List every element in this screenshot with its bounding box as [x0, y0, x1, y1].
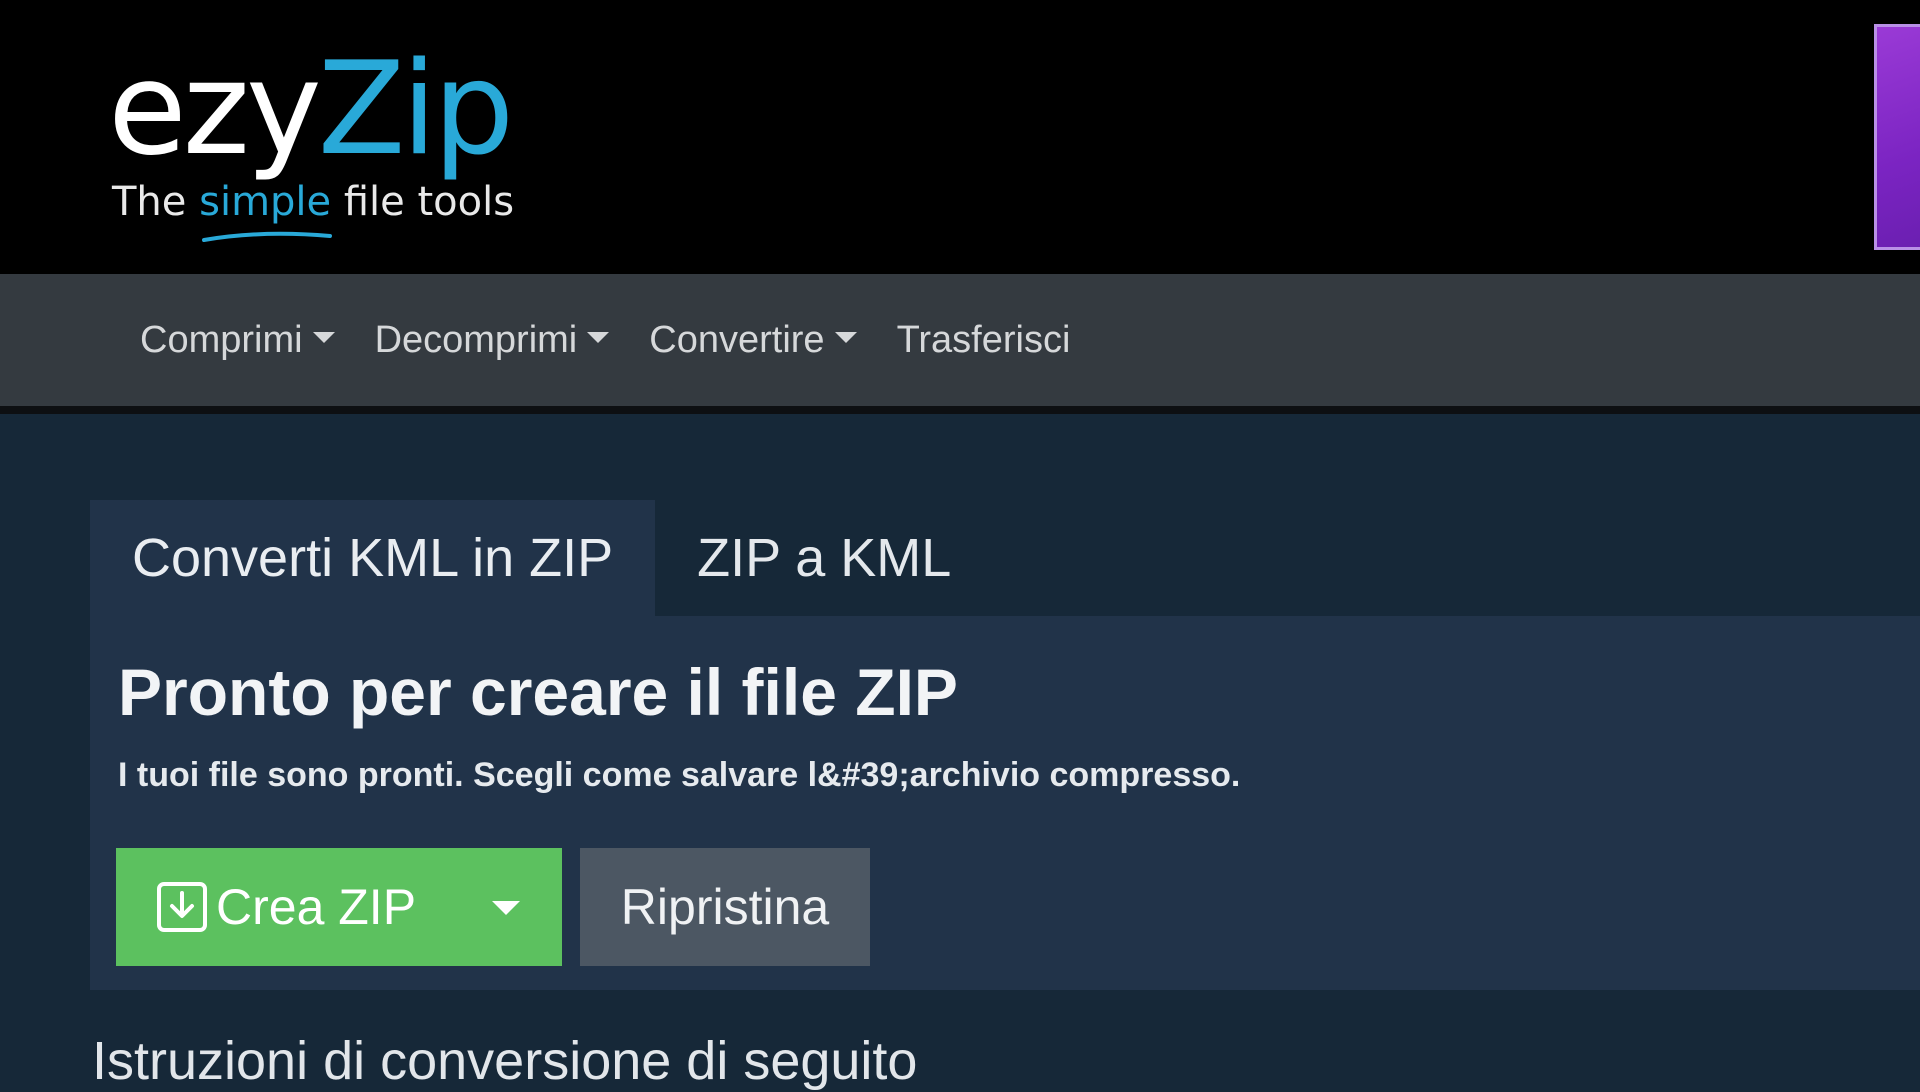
tagline-before: The — [112, 179, 200, 225]
caret-down-icon — [312, 331, 335, 343]
ad-banner-thumbnail[interactable] — [1874, 24, 1920, 250]
tagline-accent: simple — [199, 179, 332, 225]
caret-down-icon — [834, 331, 857, 343]
logo-wordmark: ezyZip — [108, 30, 514, 190]
nav-menu: Comprimi Decomprimi Convertire Trasferis… — [140, 274, 1070, 406]
main-navbar: Comprimi Decomprimi Convertire Trasferis… — [0, 274, 1920, 414]
logo-tagline: The simple file tools — [112, 174, 515, 242]
nav-item-trasferisci[interactable]: Trasferisci — [897, 319, 1071, 362]
nav-item-comprimi[interactable]: Comprimi — [140, 319, 335, 362]
main-content: Converti KML in ZIP ZIP a KML Pronto per… — [0, 422, 1920, 1091]
nav-item-label: Convertire — [649, 318, 825, 361]
nav-item-decomprimi[interactable]: Decomprimi — [375, 319, 610, 362]
tagline-after: file tools — [331, 179, 515, 225]
chevron-down-icon[interactable] — [492, 901, 520, 915]
instructions-heading: Istruzioni di conversione di seguito — [92, 1031, 918, 1091]
site-header: ezyZip The simple file tools — [0, 0, 1920, 274]
nav-item-label: Comprimi — [140, 318, 303, 361]
caret-down-icon — [587, 331, 610, 343]
download-icon — [157, 882, 207, 932]
nav-item-label: Decomprimi — [374, 318, 578, 361]
logo-ezy: ezy — [108, 35, 322, 184]
logo-zip: Zip — [317, 35, 514, 184]
create-zip-button[interactable]: Crea ZIP — [116, 848, 562, 966]
conversion-tabs: Converti KML in ZIP ZIP a KML — [90, 500, 993, 616]
create-zip-label: Crea ZIP — [216, 879, 417, 935]
panel-description: I tuoi file sono pronti. Scegli come sal… — [118, 756, 1241, 794]
nav-item-label: Trasferisci — [896, 318, 1071, 361]
nav-item-convertire[interactable]: Convertire — [649, 318, 857, 362]
conversion-panel: Pronto per creare il file ZIP I tuoi fil… — [90, 616, 1920, 990]
panel-title: Pronto per creare il file ZIP — [118, 655, 958, 729]
ezyzip-logo[interactable]: ezyZip The simple file tools — [108, 30, 528, 242]
reset-button[interactable]: Ripristina — [580, 848, 870, 966]
tab-kml-to-zip[interactable]: Converti KML in ZIP — [90, 500, 656, 616]
tab-zip-to-kml[interactable]: ZIP a KML — [655, 500, 993, 616]
swoosh-underline-icon — [202, 231, 332, 242]
